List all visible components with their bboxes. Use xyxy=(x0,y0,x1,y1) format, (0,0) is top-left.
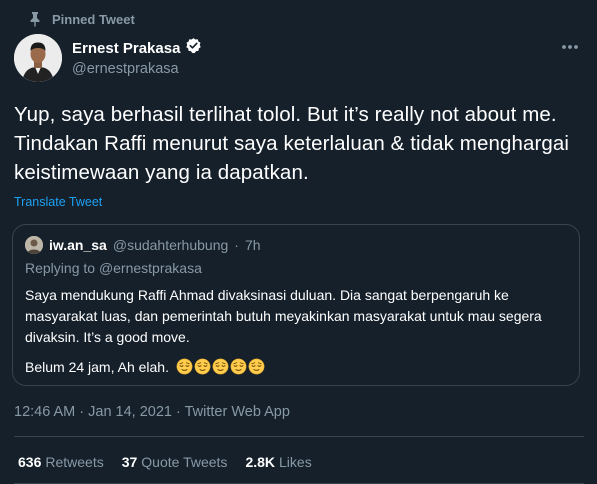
verified-badge-icon xyxy=(185,37,202,59)
relieved-face-emoji xyxy=(212,358,229,375)
replying-to-mention[interactable]: @ernestprakasa xyxy=(99,260,202,276)
quoted-timestamp: 7h xyxy=(244,237,261,253)
quote-tweets-stat[interactable]: 37 Quote Tweets xyxy=(122,454,228,470)
quoted-avatar xyxy=(25,236,43,254)
pin-icon xyxy=(18,10,42,28)
relieved-face-emoji xyxy=(194,358,211,375)
more-options-icon[interactable] xyxy=(558,38,582,56)
divider xyxy=(14,436,584,437)
tweet-text: Yup, saya berhasil terlihat tolol. But i… xyxy=(14,103,570,184)
author-block: Ernest Prakasa @ernestprakasa xyxy=(72,37,202,77)
relieved-face-emoji xyxy=(230,358,247,375)
pinned-label: Pinned Tweet xyxy=(52,11,135,27)
likes-stat[interactable]: 2.8K Likes xyxy=(245,454,311,470)
tweet-timestamp[interactable]: 12:46 AM · Jan 14, 2021 · Twitter Web Ap… xyxy=(14,404,290,420)
quoted-tweet-line: Belum 24 jam, Ah elah. xyxy=(25,358,169,375)
emoji-row xyxy=(175,358,265,375)
replying-to-prefix: Replying to xyxy=(25,260,99,276)
replying-to: Replying to @ernestprakasa xyxy=(25,260,202,276)
translate-tweet-link[interactable]: Translate Tweet xyxy=(14,195,102,209)
pinned-header: Pinned Tweet xyxy=(18,8,135,30)
avatar[interactable] xyxy=(14,34,62,82)
quoted-author-name: iw.an_sa xyxy=(49,237,107,253)
retweets-stat[interactable]: 636 Retweets xyxy=(18,454,104,470)
quoted-tweet-text-2: Belum 24 jam, Ah elah. xyxy=(25,358,265,375)
author-handle[interactable]: @ernestprakasa xyxy=(72,61,202,77)
quoted-tweet-card[interactable]: iw.an_sa @sudahterhubung · 7h Replying t… xyxy=(12,224,580,386)
quoted-separator-dot: · xyxy=(234,237,239,253)
tweet-stats: 636 Retweets 37 Quote Tweets 2.8K Likes xyxy=(18,454,312,470)
author-name[interactable]: Ernest Prakasa xyxy=(72,40,180,57)
relieved-face-emoji xyxy=(248,358,265,375)
quoted-tweet-header: iw.an_sa @sudahterhubung · 7h xyxy=(25,235,261,255)
relieved-face-emoji xyxy=(176,358,193,375)
quoted-author-handle: @sudahterhubung xyxy=(112,237,229,253)
quoted-tweet-text: Saya mendukung Raffi Ahmad divaksinasi d… xyxy=(25,287,542,345)
